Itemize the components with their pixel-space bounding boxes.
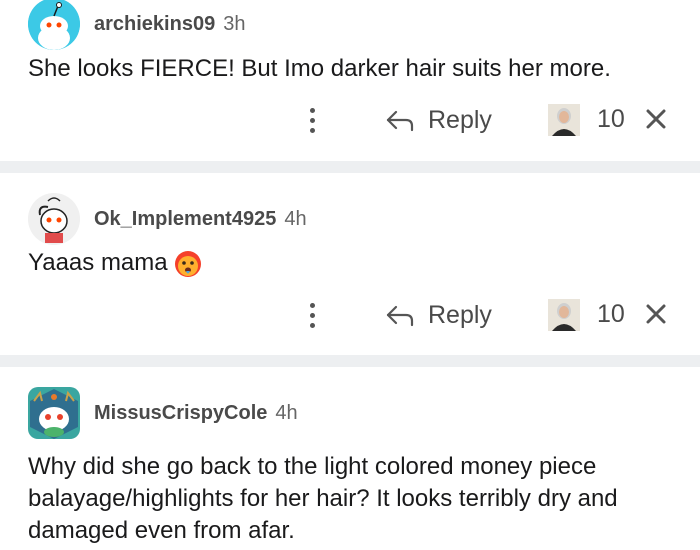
timestamp: 3h xyxy=(223,12,246,35)
comment-author-row: Ok_Implement4925 4h xyxy=(28,193,307,245)
more-options-button[interactable] xyxy=(300,295,324,335)
hot-face-emoji-icon xyxy=(174,250,201,277)
more-vertical-icon xyxy=(309,107,315,113)
comment-text: Why did she go back to the light colored… xyxy=(28,453,618,544)
avatar[interactable] xyxy=(28,0,80,50)
comment-text-content: Yaaas mama xyxy=(28,249,168,276)
reply-button[interactable]: Reply xyxy=(384,100,492,140)
comment-text: She looks FIERCE! But Imo darker hair su… xyxy=(28,55,611,82)
reply-label: Reply xyxy=(428,300,492,329)
award-icon[interactable] xyxy=(548,104,580,136)
comment-author-row: archiekins09 3h xyxy=(28,0,245,50)
snoo-avatar-icon xyxy=(28,193,80,245)
reply-label: Reply xyxy=(428,105,492,134)
comment-3: MissusCrispyCole 4h Why did she go back … xyxy=(0,367,700,550)
username[interactable]: MissusCrispyCole xyxy=(94,402,267,425)
comment-author-row: MissusCrispyCole 4h xyxy=(28,387,298,439)
timestamp: 4h xyxy=(275,401,298,424)
timestamp: 4h xyxy=(284,207,307,230)
award-count: 10 xyxy=(597,105,625,133)
comment-2: Ok_Implement4925 4h Yaaas mama Reply 10 xyxy=(0,173,700,353)
avatar[interactable] xyxy=(28,193,80,245)
snoo-avatar-icon xyxy=(30,389,78,439)
comment-actions: Reply 10 xyxy=(0,100,700,140)
snoo-avatar-icon xyxy=(28,0,80,50)
comment-divider xyxy=(0,161,700,173)
username[interactable]: archiekins09 xyxy=(94,13,215,36)
close-icon[interactable] xyxy=(644,302,668,326)
comment-1: archiekins09 3h She looks FIERCE! But Im… xyxy=(0,0,700,158)
comment-actions: Reply 10 xyxy=(0,295,700,335)
more-options-button[interactable] xyxy=(300,100,324,140)
username[interactable]: Ok_Implement4925 xyxy=(94,208,276,231)
comment-divider xyxy=(0,355,700,367)
award-icon[interactable] xyxy=(548,299,580,331)
close-icon[interactable] xyxy=(644,107,668,131)
reply-button[interactable]: Reply xyxy=(384,295,492,335)
reply-arrow-icon xyxy=(386,110,414,132)
comment-text: Yaaas mama xyxy=(28,247,678,279)
reply-arrow-icon xyxy=(386,305,414,327)
avatar[interactable] xyxy=(28,387,80,439)
more-vertical-icon xyxy=(309,302,315,308)
award-count: 10 xyxy=(597,300,625,328)
